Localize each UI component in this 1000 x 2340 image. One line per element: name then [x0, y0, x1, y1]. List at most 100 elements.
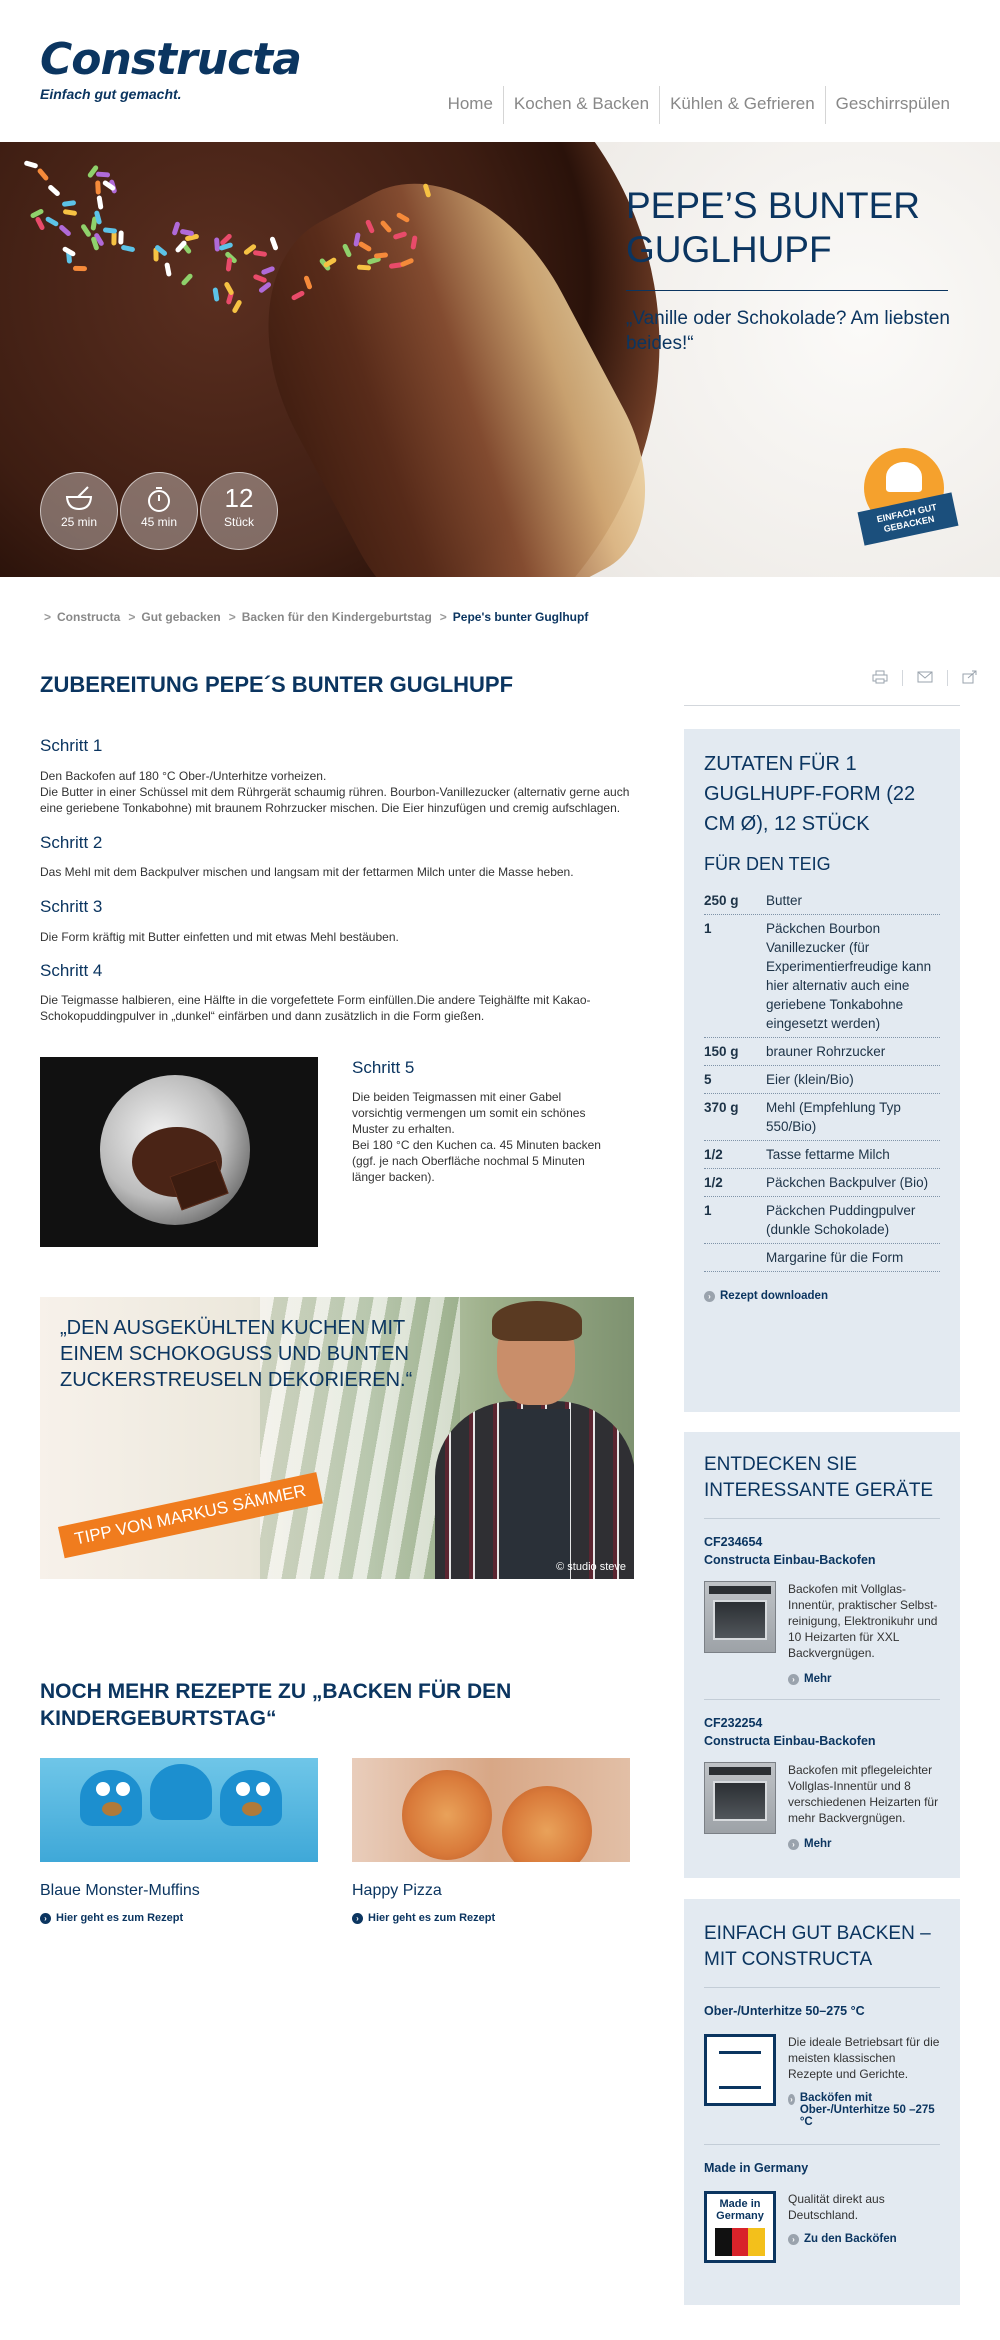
- breadcrumb-kindergeburtstag[interactable]: Backen für den Kindergeburtstag: [242, 610, 432, 624]
- print-icon[interactable]: [868, 670, 892, 687]
- stopwatch-icon: [121, 485, 197, 515]
- step-2-text: Das Mehl mit dem Backpulver mischen und …: [40, 865, 574, 879]
- german-flag-icon: [715, 2228, 766, 2256]
- nav-home[interactable]: Home: [438, 86, 503, 124]
- ingredients-box: ZUTATEN FÜR 1 GUGLHUPF-FORM (22 CM Ø), 1…: [684, 729, 960, 1412]
- ingredient-row: 5 Eier (klein/Bio): [704, 1066, 940, 1094]
- baking-item-row: Made in Germany Qualität direkt aus Deut…: [704, 2191, 940, 2263]
- pizza: [402, 1770, 492, 1860]
- step-3-text: Die Form kräftig mit Butter einfetten un…: [40, 930, 399, 944]
- baking-info-box: EINFACH GUT BACKEN – MIT CONSTRUCTA Ober…: [684, 1899, 960, 2305]
- ingredient-row: 250 g Butter: [704, 887, 940, 915]
- recipe-title[interactable]: Blaue Monster-Muffins: [40, 1882, 320, 1900]
- step-5-heading: Schritt 5: [352, 1058, 415, 1077]
- muffin-eye: [256, 1782, 270, 1796]
- breadcrumb-gut-gebacken[interactable]: Gut gebacken: [141, 610, 220, 624]
- step-2-heading: Schritt 2: [40, 833, 103, 852]
- ingredient-name: Eier (klein/Bio): [766, 1072, 854, 1087]
- step-5-image: [40, 1057, 318, 1247]
- oven-image[interactable]: [704, 1762, 776, 1834]
- recipe-download-link[interactable]: › Rezept downloaden: [704, 1290, 940, 1302]
- baking-item-link-text[interactable]: Backöfen mit Ober-/Unterhitze 50 –275 °C: [800, 2092, 940, 2128]
- baking-item: Ober-/Unterhitze 50–275 °C Die ideale Be…: [704, 2002, 940, 2128]
- ingredient-row: 1/2 Tasse fettarme Milch: [704, 1141, 940, 1169]
- nav-kuehlen-gefrieren[interactable]: Kühlen & Gefrieren: [659, 86, 825, 124]
- constructa-logo[interactable]: Constructa Einfach gut gemacht.: [40, 36, 302, 103]
- muffin-eye: [236, 1782, 250, 1796]
- top-bottom-heat-icon: [704, 2034, 776, 2106]
- arrow-right-icon: ›: [40, 1912, 51, 1924]
- servings-value: 12: [224, 483, 254, 513]
- recipe-card-pizza[interactable]: Happy Pizza › Hier geht es zum Rezept: [352, 1758, 632, 1924]
- baking-divider: [704, 1987, 940, 1988]
- mail-icon[interactable]: [913, 670, 937, 687]
- nav-kochen-backen[interactable]: Kochen & Backen: [502, 86, 659, 124]
- recipe-link-text[interactable]: Hier geht es zum Rezept: [56, 1912, 183, 1924]
- pizza: [502, 1786, 592, 1862]
- device-code[interactable]: CF234654: [704, 1533, 940, 1551]
- made-in-germany-icon: Made in Germany: [704, 2191, 776, 2263]
- device-name[interactable]: Constructa Einbau-Backofen: [704, 1732, 940, 1750]
- arrow-right-icon: ›: [788, 2094, 795, 2105]
- brand-tagline: Einfach gut gemacht.: [40, 86, 182, 102]
- share-divider: [902, 670, 903, 686]
- device-more-link[interactable]: › Mehr: [788, 1673, 940, 1685]
- breadcrumb-separator: >: [128, 610, 136, 624]
- prep-time-stat: 25 min: [40, 472, 118, 550]
- recipe-link[interactable]: › Hier geht es zum Rezept: [40, 1912, 320, 1924]
- sidebar-top-rule: [684, 705, 960, 706]
- oven-image[interactable]: [704, 1581, 776, 1653]
- share-toolbar: [868, 670, 982, 687]
- made-in-germany-icon-text: Made in Germany: [716, 2198, 764, 2222]
- recipe-card-muffins[interactable]: Blaue Monster-Muffins › Hier geht es zum…: [40, 1758, 320, 1924]
- oven-control-panel: [709, 1586, 771, 1594]
- ingredient-amount: 5: [704, 1072, 712, 1087]
- device-name[interactable]: Constructa Einbau-Backofen: [704, 1551, 940, 1569]
- pizza-image[interactable]: [352, 1758, 630, 1862]
- recipe-download-text[interactable]: Rezept downloaden: [720, 1290, 828, 1302]
- mixing-bowl-icon: [41, 485, 117, 515]
- arrow-right-icon: ›: [788, 1838, 799, 1850]
- nav-geschirrspuelen[interactable]: Geschirrspülen: [824, 86, 960, 124]
- baking-item-link-text[interactable]: Zu den Backöfen: [804, 2233, 897, 2245]
- baking-divider: [704, 2144, 940, 2145]
- device-more-text[interactable]: Mehr: [804, 1838, 831, 1850]
- device-row: Backofen mit pflegeleichter Vollglas-Inn…: [704, 1762, 940, 1850]
- step-4-text: Die Teigmasse halbieren, eine Hälfte in …: [40, 993, 591, 1023]
- muffins-image[interactable]: [40, 1758, 318, 1862]
- ingredient-amount: 370 g: [704, 1100, 739, 1115]
- breadcrumb-separator: >: [44, 610, 52, 624]
- ingredient-amount: 1/2: [704, 1175, 723, 1190]
- ingredients-title: ZUTATEN FÜR 1 GUGLHUPF-FORM (22 CM Ø), 1…: [704, 753, 916, 835]
- breadcrumb-constructa[interactable]: Constructa: [57, 610, 120, 624]
- ingredient-name: Tasse fettarme Milch: [766, 1147, 890, 1162]
- baking-item-link[interactable]: › Backöfen mit Ober-/Unterhitze 50 –275 …: [788, 2092, 940, 2128]
- ingredient-amount: 1: [704, 921, 712, 936]
- sprinkle: [72, 266, 87, 272]
- device-more-text[interactable]: Mehr: [804, 1673, 831, 1685]
- device-info: Backofen mit Vollglas-Innentür, praktisc…: [776, 1581, 940, 1685]
- muffin-cookie: [102, 1802, 122, 1816]
- flag-stripe-red: [731, 2228, 749, 2256]
- recipe-link-text[interactable]: Hier geht es zum Rezept: [368, 1912, 495, 1924]
- muffin: [80, 1770, 142, 1826]
- device-description: Backofen mit pflegeleichter Vollglas-Inn…: [788, 1763, 939, 1825]
- device-code[interactable]: CF232254: [704, 1714, 940, 1732]
- baking-item-description: Qualität direkt aus Deutschland.: [788, 2192, 885, 2222]
- baking-item-link[interactable]: › Zu den Backöfen: [788, 2233, 940, 2245]
- ingredient-row: 1/2 Päckchen Backpulver (Bio): [704, 1169, 940, 1197]
- baking-title: EINFACH GUT BACKEN – MIT CONSTRUCTA: [704, 1923, 931, 1970]
- recipe-title[interactable]: Happy Pizza: [352, 1882, 632, 1900]
- recipe-link[interactable]: › Hier geht es zum Rezept: [352, 1912, 632, 1924]
- share-icon[interactable]: [958, 670, 982, 687]
- hero-divider: [626, 290, 948, 291]
- markus-shirt: [500, 1409, 570, 1579]
- ingredient-row: 370 g Mehl (Empfehlung Typ 550/Bio): [704, 1094, 940, 1141]
- ingredient-amount: 1: [704, 1203, 712, 1218]
- flag-stripe-black: [715, 2228, 732, 2256]
- sprinkle: [96, 171, 111, 178]
- ingredient-list: 250 g Butter 1 Päckchen Bourbon Vanillezuc…: [704, 887, 940, 1272]
- cupcake-icon: [886, 462, 922, 492]
- device-more-link[interactable]: › Mehr: [788, 1838, 940, 1850]
- device-item: CF232254 Constructa Einbau-Backofen Back…: [704, 1714, 940, 1850]
